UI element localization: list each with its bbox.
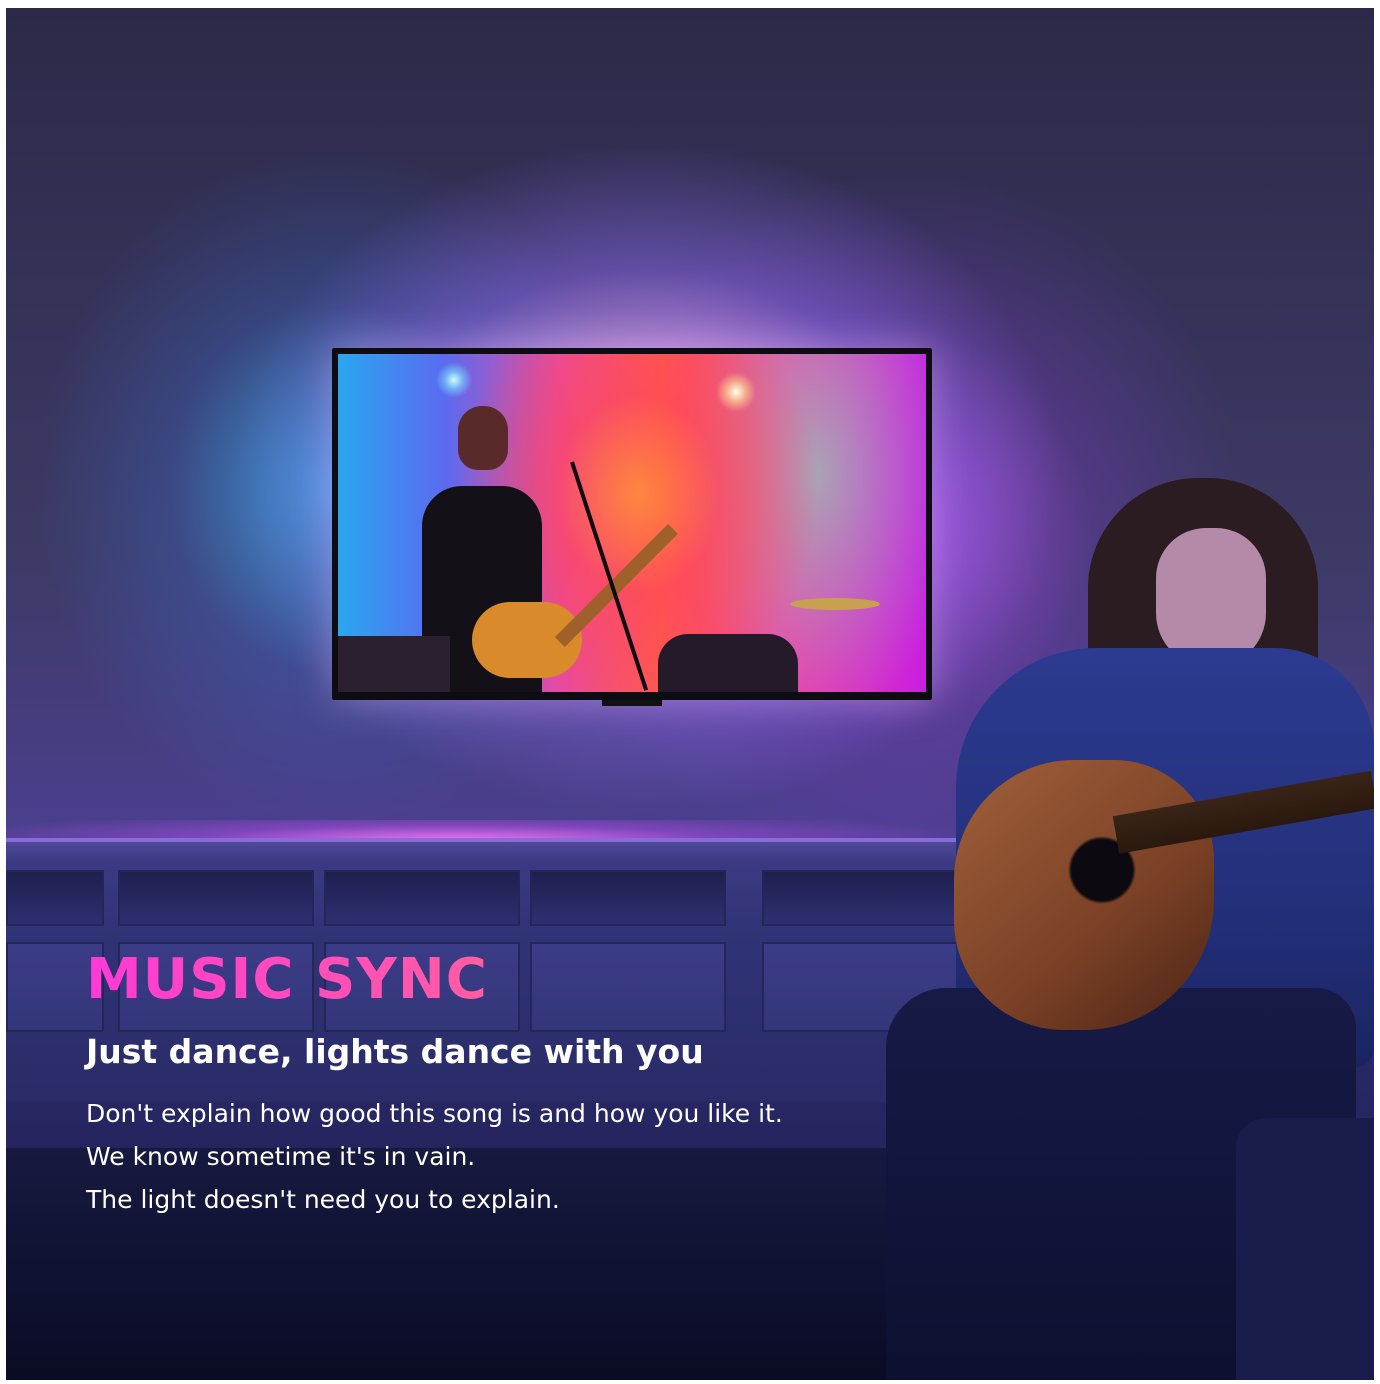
body-line: We know sometime it's in vain. xyxy=(86,1142,476,1171)
feature-copy-block: MUSIC SYNC Just dance, lights dance with… xyxy=(86,948,906,1221)
feature-headline: MUSIC SYNC xyxy=(86,948,906,1012)
acoustic-guitar-body xyxy=(954,760,1214,1030)
drum-kit xyxy=(658,634,798,692)
mic-stand xyxy=(570,461,649,691)
product-scene-photo: MUSIC SYNC Just dance, lights dance with… xyxy=(6,8,1374,1380)
body-line: The light doesn't need you to explain. xyxy=(86,1185,560,1214)
cabinet-shelf xyxy=(6,870,104,926)
woman-face xyxy=(1156,528,1266,668)
cabinet-shelf xyxy=(324,870,520,926)
tv-screen-concert-image xyxy=(338,354,926,692)
cabinet-shelf xyxy=(762,870,962,926)
wall-mounted-tv xyxy=(332,348,932,700)
amp xyxy=(338,636,450,692)
cabinet-shelf xyxy=(118,870,314,926)
feature-body-text: Don't explain how good this song is and … xyxy=(86,1092,906,1221)
cymbal xyxy=(790,598,880,610)
tv-bottom-bar xyxy=(602,700,662,706)
sofa xyxy=(1236,1118,1374,1380)
body-line: Don't explain how good this song is and … xyxy=(86,1099,783,1128)
feature-subheadline: Just dance, lights dance with you xyxy=(86,1032,704,1071)
guitarist-head xyxy=(458,406,508,470)
cabinet-shelf xyxy=(530,870,726,926)
guitar-neck-on-screen xyxy=(554,524,678,648)
